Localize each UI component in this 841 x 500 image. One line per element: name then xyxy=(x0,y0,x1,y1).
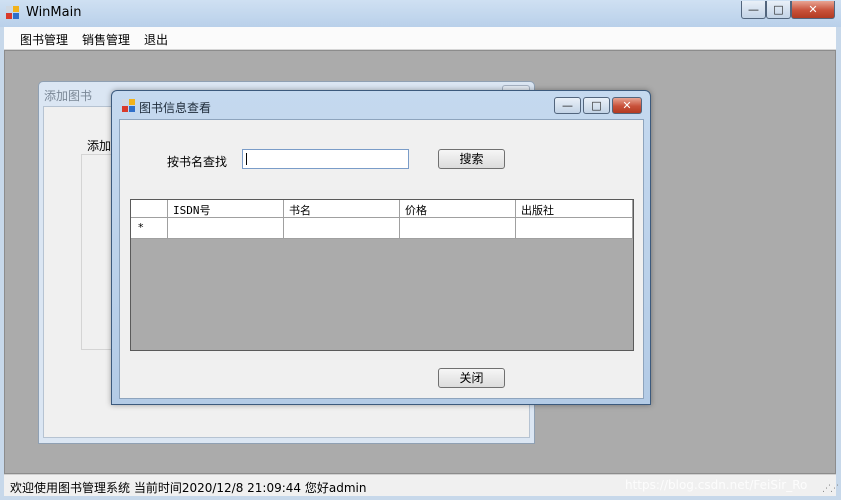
main-maximize-button[interactable]: □ xyxy=(766,1,791,19)
window-title: WinMain xyxy=(26,5,82,20)
minimize-icon: — xyxy=(748,3,759,16)
dialog-maximize-button[interactable]: □ xyxy=(583,97,610,114)
menu-exit[interactable]: 退出 xyxy=(144,31,168,48)
dialog-minimize-button[interactable]: — xyxy=(554,97,581,114)
grid-cell-price[interactable] xyxy=(400,218,516,239)
search-input[interactable] xyxy=(242,149,409,169)
column-header-isdn[interactable]: ISDN号 xyxy=(168,200,284,218)
close-button[interactable]: 关闭 xyxy=(438,368,505,388)
column-header-label: 价格 xyxy=(405,204,427,217)
menu-bar: 图书管理 销售管理 退出 xyxy=(4,27,836,50)
watermark-text: https://blog.csdn.net/FeiSir_Ro xyxy=(625,478,808,492)
status-bar: 欢迎使用图书管理系统 当前时间2020/12/8 21:09:44 您好admi… xyxy=(4,474,839,496)
close-icon: ✕ xyxy=(622,99,632,112)
dialog-client-area: 按书名查找 搜索 ISDN号 书名 价格 出版社 * 关闭 xyxy=(119,119,644,399)
column-header-label: 书名 xyxy=(289,204,311,217)
add-book-window-title: 添加图书 xyxy=(44,89,93,103)
main-minimize-button[interactable]: — xyxy=(741,1,766,19)
close-icon: ✕ xyxy=(808,3,818,16)
maximize-icon: □ xyxy=(773,3,784,16)
new-row-marker: * xyxy=(138,221,144,234)
column-header-publisher[interactable]: 出版社 xyxy=(516,200,633,218)
search-label: 按书名查找 xyxy=(167,155,228,169)
minimize-icon: — xyxy=(562,99,573,112)
size-grip-icon[interactable]: ⋰⋰ xyxy=(822,484,839,494)
menu-sales-management[interactable]: 销售管理 xyxy=(82,31,130,48)
dialog-title: 图书信息查看 xyxy=(139,101,212,115)
grid-corner-header[interactable] xyxy=(131,200,168,218)
menu-book-management[interactable]: 图书管理 xyxy=(20,31,68,48)
main-title-bar[interactable]: WinMain — □ ✕ xyxy=(0,0,841,27)
books-data-grid[interactable]: ISDN号 书名 价格 出版社 * xyxy=(130,199,634,351)
grid-cell-publisher[interactable] xyxy=(516,218,633,239)
app-icon xyxy=(122,99,135,112)
app-icon xyxy=(6,6,19,19)
maximize-icon: □ xyxy=(591,99,602,112)
main-close-button[interactable]: ✕ xyxy=(791,1,835,19)
grid-cell-title[interactable] xyxy=(284,218,400,239)
dialog-close-button[interactable]: ✕ xyxy=(612,97,642,114)
row-header-new[interactable]: * xyxy=(131,218,168,239)
book-info-dialog[interactable]: 图书信息查看 — □ ✕ 按书名查找 搜索 ISDN号 书名 价格 出版社 * … xyxy=(111,90,651,405)
grid-cell-isdn[interactable] xyxy=(168,218,284,239)
column-header-title[interactable]: 书名 xyxy=(284,200,400,218)
text-caret xyxy=(246,153,247,165)
search-button[interactable]: 搜索 xyxy=(438,149,505,169)
column-header-label: ISDN号 xyxy=(173,204,211,217)
column-header-price[interactable]: 价格 xyxy=(400,200,516,218)
column-header-label: 出版社 xyxy=(521,204,554,217)
status-text: 欢迎使用图书管理系统 当前时间2020/12/8 21:09:44 您好admi… xyxy=(10,481,367,495)
